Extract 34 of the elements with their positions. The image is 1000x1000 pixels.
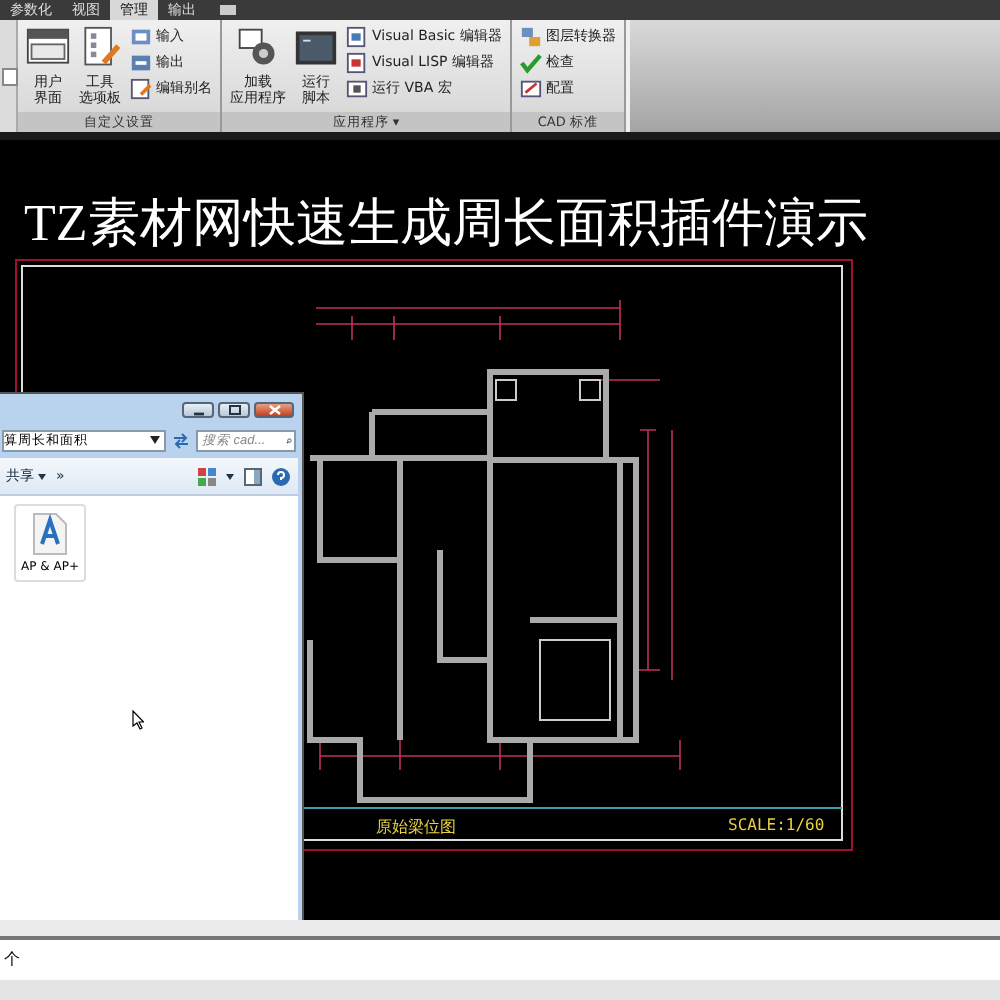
search-icon bbox=[286, 433, 292, 447]
drawing-title: TZ素材网快速生成周长面积插件演示 bbox=[24, 192, 868, 256]
scale-label: SCALE:1/60 bbox=[728, 816, 825, 834]
screen-icon bbox=[346, 78, 368, 100]
maximize-icon bbox=[227, 404, 241, 416]
mouse-cursor-icon bbox=[132, 710, 144, 730]
window-icon bbox=[346, 26, 368, 48]
font-file-icon bbox=[32, 512, 68, 556]
close-button[interactable] bbox=[254, 402, 294, 418]
gear-icon bbox=[236, 26, 280, 70]
palette-icon bbox=[78, 26, 122, 70]
window-icon bbox=[26, 26, 70, 70]
check-icon bbox=[519, 52, 542, 74]
sheet-name: 原始梁位图 bbox=[376, 816, 456, 838]
terminal-icon bbox=[294, 26, 338, 70]
refresh-icon[interactable] bbox=[172, 431, 190, 449]
document-icon bbox=[519, 78, 542, 100]
edit-icon bbox=[130, 78, 152, 100]
minimize-button[interactable] bbox=[182, 402, 214, 418]
caret-icon bbox=[38, 473, 46, 479]
dropdown-icon bbox=[150, 436, 160, 444]
dropdown[interactable] bbox=[2, 67, 18, 85]
view-icon[interactable] bbox=[198, 467, 216, 485]
export-icon bbox=[130, 52, 152, 74]
command-line-text: 个 bbox=[4, 950, 20, 968]
preview-pane-icon[interactable] bbox=[244, 467, 262, 485]
help-icon[interactable] bbox=[272, 467, 290, 485]
dropdown-icon[interactable] bbox=[226, 473, 234, 479]
import-icon bbox=[130, 26, 152, 48]
maximize-button[interactable] bbox=[218, 402, 250, 418]
window-icon bbox=[346, 52, 368, 74]
window-icon[interactable] bbox=[218, 4, 238, 16]
layers-icon bbox=[519, 26, 542, 48]
close-icon bbox=[267, 404, 281, 416]
